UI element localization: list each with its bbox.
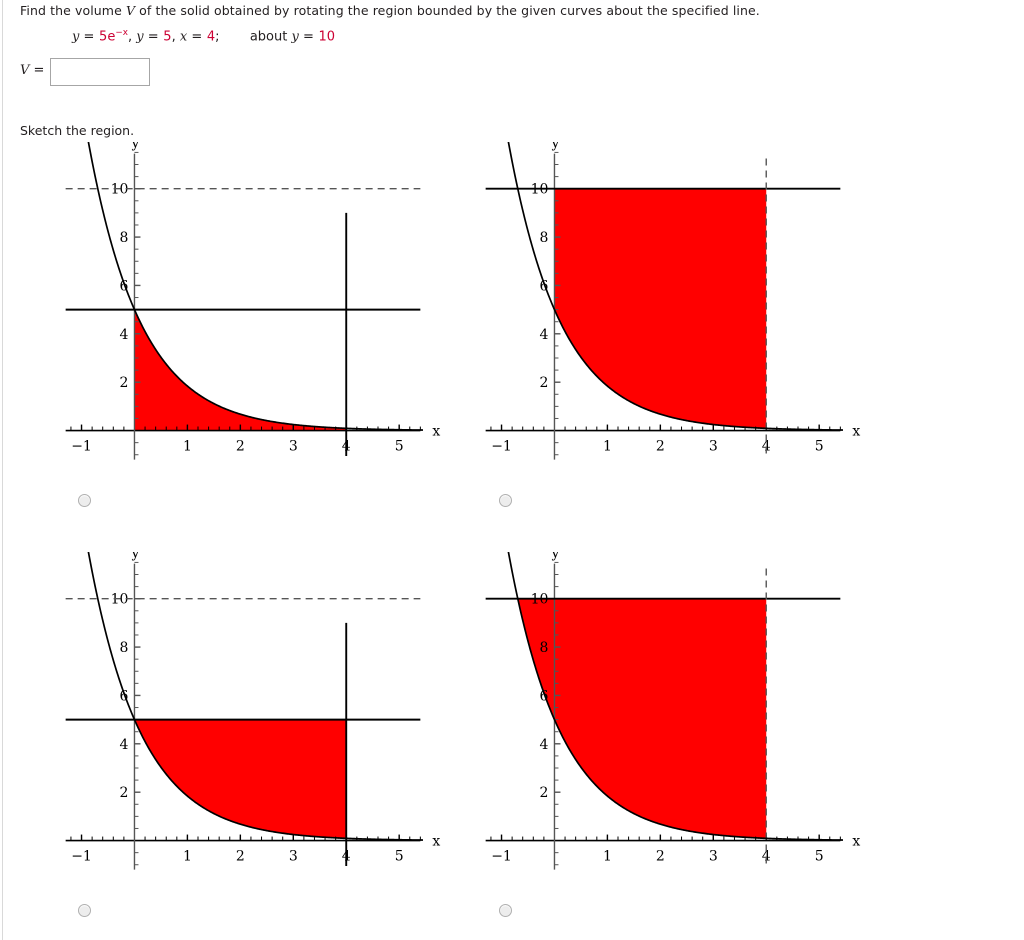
x-axis-label: x (432, 424, 440, 440)
y-tick-label: 4 (120, 327, 129, 343)
x-tick-label: 1 (183, 849, 192, 865)
x-axis-label: x (432, 834, 440, 850)
eq-exponent: −x (115, 28, 128, 38)
y-axis-label: y (551, 552, 560, 562)
choice-d-radio[interactable] (499, 904, 512, 917)
x-tick-label: 3 (289, 849, 298, 865)
y-tick-label: 8 (540, 640, 549, 656)
variable-v: V (125, 3, 136, 18)
eq-equals-3: = (191, 29, 203, 45)
eq-about-word: about (249, 29, 288, 45)
answer-label-equals: = (33, 63, 45, 78)
choice-b-graph[interactable]: −112345246810xy (465, 142, 865, 512)
y-tick-label: 2 (120, 375, 129, 391)
x-tick-label: 3 (289, 439, 298, 455)
x-tick-label: 5 (815, 849, 824, 865)
y-tick-label: 10 (111, 182, 129, 198)
shaded-region (554, 188, 767, 429)
equation-line: y = 5e−x, y = 5, x = 4; about y = 10 (72, 28, 335, 44)
x-tick-label: −1 (491, 849, 512, 865)
eq-value-10: 10 (318, 29, 336, 45)
y-tick-label: 10 (531, 182, 549, 198)
eq-y1: y (72, 29, 80, 45)
x-tick-label: 5 (395, 849, 404, 865)
question-prompt-part1: Find the volume (20, 3, 126, 18)
x-axis-label: x (852, 834, 860, 850)
choice-d-graph[interactable]: −112345246810xy (465, 552, 865, 922)
x-tick-label: 2 (656, 849, 665, 865)
y-axis-label: y (551, 142, 560, 152)
choice-a-radio[interactable] (78, 494, 91, 507)
x-tick-label: 1 (603, 849, 612, 865)
question-prompt-part2: of the solid obtained by rotating the re… (135, 3, 760, 18)
y-axis-label: y (131, 552, 140, 562)
answer-input[interactable] (50, 58, 150, 86)
eq-equals-2: = (147, 29, 160, 45)
x-tick-label: 5 (815, 439, 824, 455)
eq-comma-1: , (127, 29, 133, 45)
x-tick-label: 3 (709, 439, 718, 455)
y-tick-label: 2 (540, 375, 549, 391)
eq-semicolon: ; (215, 29, 220, 45)
x-tick-label: 2 (236, 439, 245, 455)
x-axis-label: x (852, 424, 860, 440)
x-tick-label: 1 (183, 439, 192, 455)
y-tick-label: 4 (540, 737, 549, 753)
y-tick-label: 10 (531, 592, 549, 608)
page-left-rule (2, 0, 3, 940)
y-tick-label: 8 (120, 230, 129, 246)
y-tick-label: 4 (120, 737, 129, 753)
y-tick-label: 2 (540, 785, 549, 801)
eq-y3: y (291, 29, 299, 45)
x-tick-label: 1 (603, 439, 612, 455)
x-tick-label: 5 (395, 439, 404, 455)
eq-equals-1: = (83, 29, 95, 45)
shaded-region (134, 309, 347, 431)
y-tick-label: 2 (120, 785, 129, 801)
answer-label-v: V (20, 63, 30, 78)
y-tick-label: 8 (120, 640, 129, 656)
x-tick-label: 3 (709, 849, 718, 865)
x-tick-label: 2 (656, 439, 665, 455)
choice-c-radio[interactable] (78, 904, 91, 917)
eq-comma-2: , (171, 29, 176, 45)
choice-c-graph[interactable]: −112345246810xy (45, 552, 445, 922)
y-tick-label: 10 (111, 592, 129, 608)
eq-value-5: 5 (163, 29, 172, 45)
x-tick-label: 2 (236, 849, 245, 865)
eq-y2: y (136, 29, 144, 45)
eq-equals-4: = (302, 29, 315, 45)
y-tick-label: 8 (540, 230, 549, 246)
choice-a-graph[interactable]: −112345246810xy (45, 142, 445, 512)
answer-label: V = (20, 63, 44, 78)
sketch-instruction: Sketch the region. (20, 123, 135, 138)
eq-value-4: 4 (206, 29, 216, 45)
eq-x: x (179, 29, 188, 45)
y-tick-label: 4 (540, 327, 549, 343)
shaded-region (134, 719, 347, 839)
choice-b-radio[interactable] (499, 494, 512, 507)
question-prompt: Find the volume V of the solid obtained … (20, 3, 760, 18)
x-tick-label: −1 (71, 439, 92, 455)
x-tick-label: −1 (71, 849, 92, 865)
y-axis-label: y (131, 142, 140, 152)
x-tick-label: −1 (491, 439, 512, 455)
